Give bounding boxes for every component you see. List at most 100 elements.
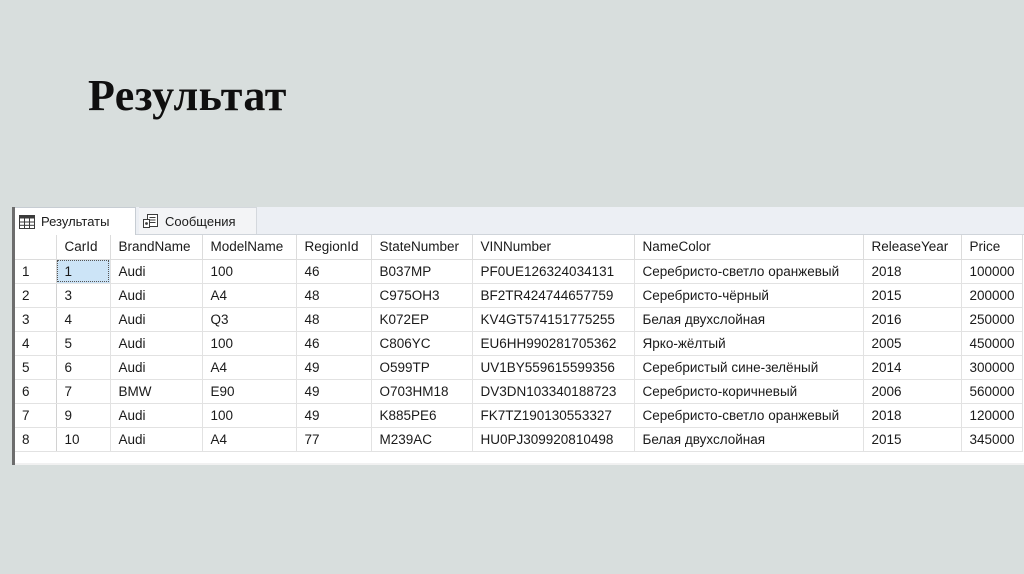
table-cell[interactable]: 49 xyxy=(296,403,372,428)
table-cell[interactable]: Белая двухслойная xyxy=(634,307,864,332)
table-cell[interactable]: UV1BY559615599356 xyxy=(472,355,635,380)
table-row[interactable]: 1 1 Audi 100 46 B037MP PF0UE126324034131 Сереб… xyxy=(15,259,1023,284)
table-cell[interactable]: A4 xyxy=(202,355,297,380)
table-cell[interactable]: 100 xyxy=(202,403,297,428)
table-cell[interactable]: O599TP xyxy=(371,355,473,380)
table-cell[interactable]: Белая двухслойная xyxy=(634,427,864,452)
table-cell[interactable]: 100 xyxy=(202,331,297,356)
table-cell[interactable]: Audi xyxy=(110,403,203,428)
table-cell[interactable]: A4 xyxy=(202,427,297,452)
table-row[interactable]: 2 3 Audi A4 48 C975OH3 BF2TR424744657759 Серебр… xyxy=(15,283,1023,308)
table-cell[interactable]: K885PE6 xyxy=(371,403,473,428)
table-cell[interactable]: 300000 xyxy=(961,355,1023,380)
table-cell[interactable]: O703HM18 xyxy=(371,379,473,404)
table-row[interactable]: 4 5 Audi 100 46 C806YC EU6HH990281705362 Ярко-ж… xyxy=(15,331,1023,356)
row-number[interactable]: 6 xyxy=(15,379,57,404)
table-cell[interactable]: 5 xyxy=(56,331,111,356)
table-cell[interactable]: A4 xyxy=(202,283,297,308)
table-cell[interactable]: 48 xyxy=(296,307,372,332)
table-cell[interactable]: KV4GT574151775255 xyxy=(472,307,635,332)
table-cell[interactable]: Серебристый сине-зелёный xyxy=(634,355,864,380)
table-cell[interactable]: 560000 xyxy=(961,379,1023,404)
table-cell[interactable]: 49 xyxy=(296,355,372,380)
table-cell[interactable]: M239AC xyxy=(371,427,473,452)
table-row[interactable]: 5 6 Audi A4 49 O599TP UV1BY559615599356 Серебри… xyxy=(15,355,1023,380)
table-row[interactable]: 7 9 Audi 100 49 K885PE6 FK7TZ190130553327 Сере… xyxy=(15,403,1023,428)
table-cell[interactable]: 345000 xyxy=(961,427,1023,452)
table-cell[interactable]: 100000 xyxy=(961,259,1023,284)
table-cell[interactable]: K072EP xyxy=(371,307,473,332)
column-header[interactable]: CarId xyxy=(56,235,111,260)
row-number-header[interactable] xyxy=(15,235,57,260)
table-cell[interactable]: Серебристо-светло оранжевый xyxy=(634,259,864,284)
tab-results[interactable]: Результаты xyxy=(15,207,136,235)
table-cell[interactable]: C975OH3 xyxy=(371,283,473,308)
table-row[interactable]: 8 10 Audi A4 77 M239AC HU0PJ309920810498 Белая … xyxy=(15,427,1023,452)
column-header[interactable]: Price xyxy=(961,235,1023,260)
table-cell[interactable]: 48 xyxy=(296,283,372,308)
table-cell[interactable]: 6 xyxy=(56,355,111,380)
table-cell[interactable]: 1 xyxy=(56,259,111,284)
column-header[interactable]: StateNumber xyxy=(371,235,473,260)
table-cell[interactable]: C806YC xyxy=(371,331,473,356)
column-header[interactable]: NameColor xyxy=(634,235,864,260)
table-cell[interactable]: Audi xyxy=(110,283,203,308)
table-cell[interactable]: Q3 xyxy=(202,307,297,332)
table-cell[interactable]: 2014 xyxy=(863,355,962,380)
table-cell[interactable]: DV3DN103340188723 xyxy=(472,379,635,404)
row-number[interactable]: 3 xyxy=(15,307,57,332)
table-cell[interactable]: BF2TR424744657759 xyxy=(472,283,635,308)
table-cell[interactable]: Серебристо-коричневый xyxy=(634,379,864,404)
row-number[interactable]: 4 xyxy=(15,331,57,356)
table-cell[interactable]: E90 xyxy=(202,379,297,404)
table-cell[interactable]: Серебристо-чёрный xyxy=(634,283,864,308)
table-cell[interactable]: 450000 xyxy=(961,331,1023,356)
table-cell[interactable]: 7 xyxy=(56,379,111,404)
table-cell[interactable]: 10 xyxy=(56,427,111,452)
table-cell[interactable]: 2018 xyxy=(863,259,962,284)
table-cell[interactable]: 2015 xyxy=(863,427,962,452)
table-cell[interactable]: 3 xyxy=(56,283,111,308)
row-number[interactable]: 5 xyxy=(15,355,57,380)
column-header[interactable]: ReleaseYear xyxy=(863,235,962,260)
row-number[interactable]: 2 xyxy=(15,283,57,308)
column-header[interactable]: RegionId xyxy=(296,235,372,260)
table-row[interactable]: 3 4 Audi Q3 48 K072EP KV4GT574151775255 Белая д… xyxy=(15,307,1023,332)
table-cell[interactable]: 250000 xyxy=(961,307,1023,332)
table-cell[interactable]: Audi xyxy=(110,259,203,284)
table-cell[interactable]: 2018 xyxy=(863,403,962,428)
row-number[interactable]: 1 xyxy=(15,259,57,284)
row-number[interactable]: 7 xyxy=(15,403,57,428)
table-cell[interactable]: Серебристо-светло оранжевый xyxy=(634,403,864,428)
table-cell[interactable]: 49 xyxy=(296,379,372,404)
table-cell[interactable]: 100 xyxy=(202,259,297,284)
table-cell[interactable]: Audi xyxy=(110,355,203,380)
table-cell[interactable]: 200000 xyxy=(961,283,1023,308)
table-cell[interactable]: 2015 xyxy=(863,283,962,308)
column-header[interactable]: ModelName xyxy=(202,235,297,260)
table-cell[interactable]: Audi xyxy=(110,307,203,332)
table-cell[interactable]: 9 xyxy=(56,403,111,428)
table-cell[interactable]: Ярко-жёлтый xyxy=(634,331,864,356)
table-cell[interactable]: HU0PJ309920810498 xyxy=(472,427,635,452)
table-cell[interactable]: 2016 xyxy=(863,307,962,332)
table-cell[interactable]: PF0UE126324034131 xyxy=(472,259,635,284)
column-header[interactable]: VINNumber xyxy=(472,235,635,260)
table-cell[interactable]: 77 xyxy=(296,427,372,452)
table-cell[interactable]: FK7TZ190130553327 xyxy=(472,403,635,428)
table-cell[interactable]: 46 xyxy=(296,259,372,284)
tab-messages[interactable]: Сообщения xyxy=(139,207,257,234)
table-cell[interactable]: Audi xyxy=(110,331,203,356)
table-cell[interactable]: BMW xyxy=(110,379,203,404)
table-cell[interactable]: 46 xyxy=(296,331,372,356)
table-row[interactable]: 6 7 BMW E90 49 O703HM18 DV3DN103340188723 Сереб… xyxy=(15,379,1023,404)
table-cell[interactable]: 120000 xyxy=(961,403,1023,428)
table-cell[interactable]: Audi xyxy=(110,427,203,452)
table-cell[interactable]: B037MP xyxy=(371,259,473,284)
column-header[interactable]: BrandName xyxy=(110,235,203,260)
table-cell[interactable]: EU6HH990281705362 xyxy=(472,331,635,356)
table-cell[interactable]: 4 xyxy=(56,307,111,332)
row-number[interactable]: 8 xyxy=(15,427,57,452)
table-cell[interactable]: 2006 xyxy=(863,379,962,404)
table-cell[interactable]: 2005 xyxy=(863,331,962,356)
